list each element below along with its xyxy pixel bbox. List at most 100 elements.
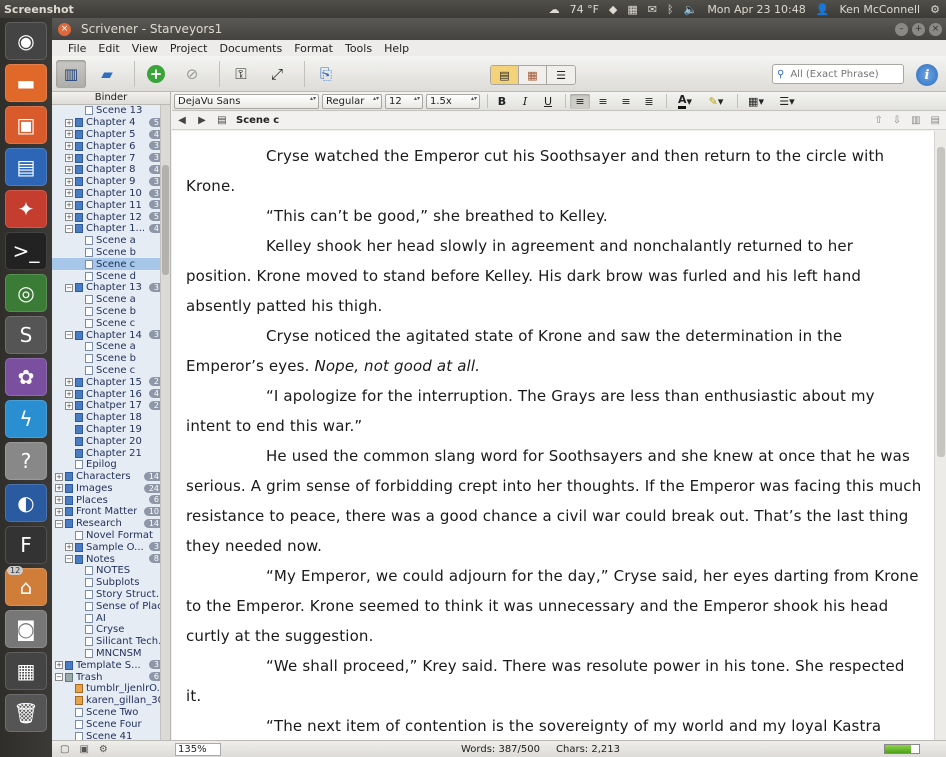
network-icon[interactable]: ▦	[627, 3, 637, 16]
binder-item[interactable]: karen_gillan_30	[52, 695, 170, 707]
paragraph[interactable]: “The next item of contention is the sove…	[186, 711, 922, 740]
menu-format[interactable]: Format	[288, 42, 339, 55]
binder-item[interactable]: + Chatper 17 2	[52, 400, 170, 412]
session-gear-icon[interactable]: ⚙	[930, 3, 940, 16]
expand-icon[interactable]: +	[65, 201, 73, 210]
keywords-button[interactable]: ⚿	[226, 60, 256, 88]
trash-document-button[interactable]: ⊘	[177, 60, 207, 88]
inspector-button[interactable]: i	[916, 64, 938, 86]
corkboard-view-button[interactable]: ▦	[519, 66, 547, 84]
scrivenings-view-button[interactable]: ▤	[491, 66, 519, 84]
settings-icon[interactable]: ✦	[5, 190, 47, 228]
paragraph[interactable]: Kelley shook her head slowly in agreemen…	[186, 231, 922, 321]
binder-item[interactable]: + Chapter 45	[52, 117, 170, 129]
dropbox-icon[interactable]: ◆	[609, 3, 617, 16]
binder-item[interactable]: − Chapter 1... 4	[52, 223, 170, 235]
binder-item[interactable]: + Front Matter 10	[52, 506, 170, 518]
binder-item[interactable]: Scene b	[52, 353, 170, 365]
expand-icon[interactable]: +	[55, 661, 63, 670]
collapse-icon[interactable]: −	[65, 555, 73, 564]
trash-icon[interactable]: 🗑	[5, 694, 47, 732]
outline-view-button[interactable]: ☰	[547, 66, 575, 84]
menu-view[interactable]: View	[126, 42, 164, 55]
line-spacing-select[interactable]: 1.5x	[426, 93, 480, 109]
binder-item[interactable]: − Chapter 14 3	[52, 329, 170, 341]
binder-item[interactable]: − Notes 8	[52, 553, 170, 565]
files-icon[interactable]: ▬	[5, 64, 47, 102]
temperature[interactable]: 74 °F	[570, 3, 599, 16]
binder-item[interactable]: + Chapter 93	[52, 176, 170, 188]
expand-icon[interactable]: +	[65, 154, 73, 163]
user-name[interactable]: Ken McConnell	[839, 3, 920, 16]
expand-icon[interactable]: +	[65, 189, 73, 198]
expand-icon[interactable]: +	[55, 472, 63, 481]
workspace-icon[interactable]: 12 ⌂	[5, 566, 47, 606]
expand-icon[interactable]: +	[65, 118, 73, 127]
binder-item[interactable]: + Images 24	[52, 483, 170, 495]
binder-item[interactable]: + Chapter 10 3	[52, 188, 170, 200]
back-arrow-icon[interactable]: ◀	[172, 115, 192, 126]
expand-icon[interactable]: +	[55, 496, 63, 505]
scrivener-icon[interactable]: S	[5, 316, 47, 354]
binder-item[interactable]: Silicant Tech...	[52, 636, 170, 648]
fullscreen-button[interactable]: ⤢	[262, 60, 292, 88]
binder-item[interactable]: Scene b	[52, 247, 170, 259]
font-family-select[interactable]: DejaVu Sans	[174, 93, 319, 109]
collections-button[interactable]: ▰	[92, 60, 122, 88]
binder-item[interactable]: Scene a	[52, 235, 170, 247]
paragraph[interactable]: “This can’t be good,” she breathed to Ke…	[186, 201, 922, 231]
dash-icon[interactable]: ◉	[5, 22, 47, 60]
menu-help[interactable]: Help	[378, 42, 415, 55]
clock[interactable]: Mon Apr 23 10:48	[707, 3, 805, 16]
binder-item[interactable]: AI	[52, 612, 170, 624]
binder-item[interactable]: Chapter 19	[52, 424, 170, 436]
binder-item[interactable]: Scene 13	[52, 105, 170, 117]
window-close-icon[interactable]: ×	[929, 22, 942, 36]
focuswriter-icon[interactable]: F	[5, 526, 47, 564]
binder-item[interactable]: NOTES	[52, 565, 170, 577]
expand-icon[interactable]: +	[65, 390, 73, 399]
list-button[interactable]: ☰ ▾	[773, 94, 801, 109]
binder-item[interactable]: Scene c	[52, 258, 170, 271]
mail-icon[interactable]: ✉	[648, 3, 657, 16]
binder-item[interactable]: Chapter 20	[52, 435, 170, 447]
menu-file[interactable]: File	[62, 42, 92, 55]
binder-item[interactable]: − Trash 6	[52, 671, 170, 683]
text-color-button[interactable]: A ▾	[671, 93, 699, 109]
binder-item[interactable]: + Chapter 54	[52, 129, 170, 141]
expand-icon[interactable]: +	[55, 484, 63, 493]
help-icon[interactable]: ?	[5, 442, 47, 480]
binder-item[interactable]: Scene Two	[52, 707, 170, 719]
font-size-select[interactable]: 12	[385, 93, 423, 109]
binder-item[interactable]: Scene c	[52, 365, 170, 377]
align-right-button[interactable]: ≡	[616, 94, 636, 109]
zoom-select[interactable]: 135%	[175, 742, 221, 756]
binder-scrollbar[interactable]	[160, 105, 170, 740]
binder-item[interactable]: + Template S... 3	[52, 659, 170, 671]
binder-item[interactable]: MNCNSM	[52, 648, 170, 660]
expand-icon[interactable]: +	[65, 401, 73, 410]
binder-scroll-thumb[interactable]	[162, 165, 169, 275]
collapse-icon[interactable]: −	[65, 283, 73, 292]
paragraph[interactable]: “I apologize for the interruption. The G…	[186, 381, 922, 441]
highlight-button[interactable]: ✎ ▾	[702, 94, 730, 109]
paragraph[interactable]: Cryse watched the Emperor cut his Sooths…	[186, 141, 922, 201]
menu-edit[interactable]: Edit	[92, 42, 125, 55]
font-style-select[interactable]: Regular	[322, 93, 382, 109]
writer-icon[interactable]: ▤	[5, 148, 47, 186]
bluetooth-icon[interactable]: ᛒ	[667, 3, 674, 16]
expand-icon[interactable]: +	[65, 165, 73, 174]
target-progress-bar[interactable]	[884, 744, 920, 754]
justify-button[interactable]: ≣	[639, 94, 659, 109]
binder-item[interactable]: + Chapter 11 3	[52, 199, 170, 211]
italic-button[interactable]: I	[515, 94, 535, 109]
text-editor[interactable]: Cryse watched the Emperor cut his Sooths…	[172, 131, 934, 740]
document-icon[interactable]: ▤	[212, 115, 232, 126]
expand-icon[interactable]: +	[65, 213, 73, 222]
new-document-icon[interactable]: ▢	[60, 744, 69, 755]
camera-icon[interactable]: ◙	[5, 610, 47, 648]
binder-item[interactable]: Epilog	[52, 459, 170, 471]
expand-icon[interactable]: +	[65, 142, 73, 151]
binder-item[interactable]: Sense of Place	[52, 600, 170, 612]
paragraph[interactable]: “We shall proceed,” Krey said. There was…	[186, 651, 922, 711]
